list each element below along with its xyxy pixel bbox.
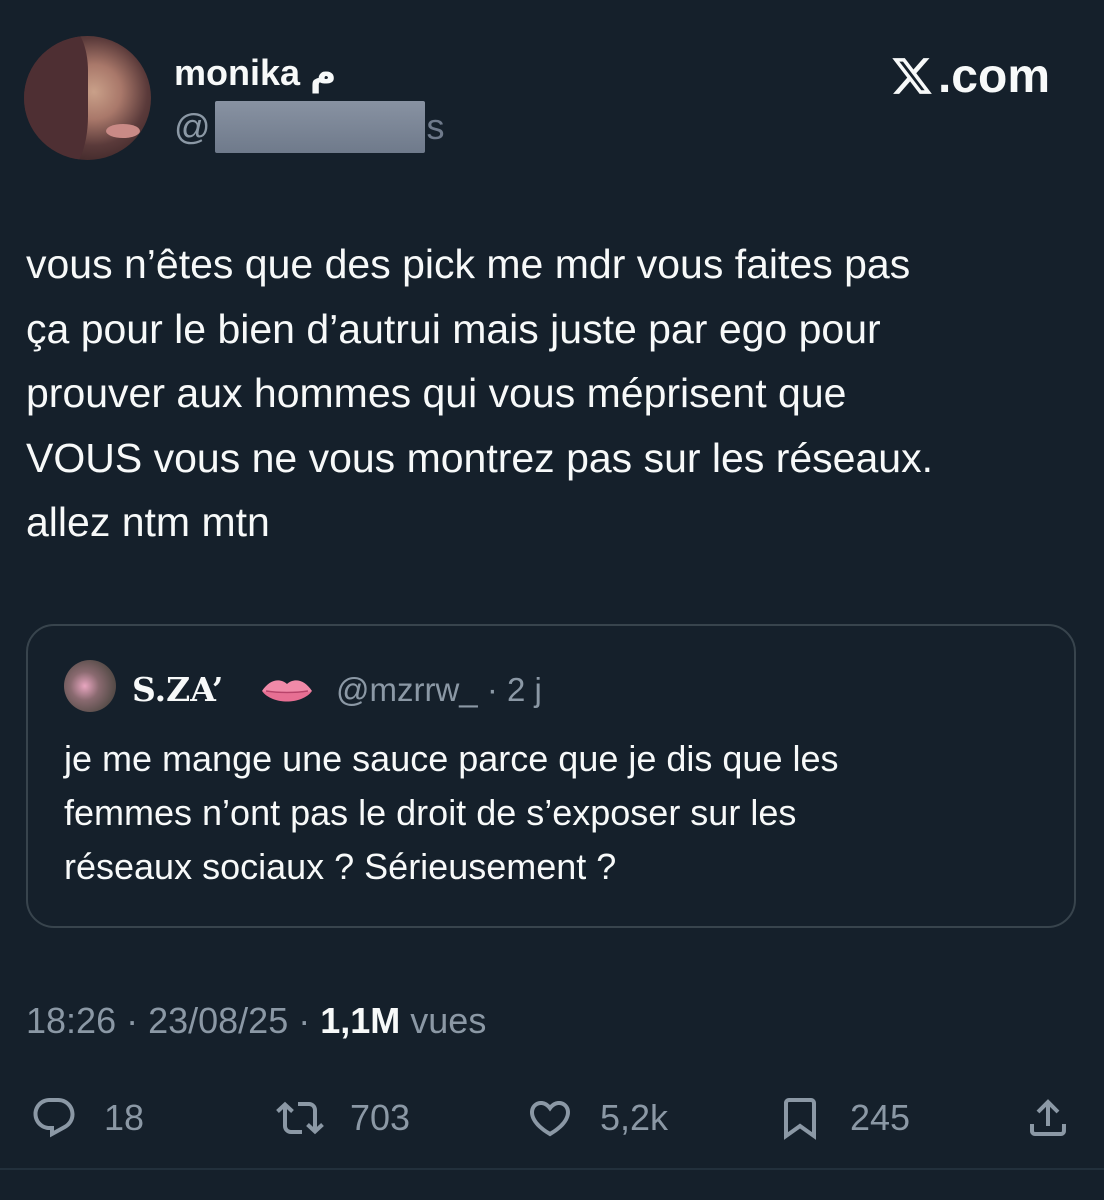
quoted-avatar (64, 660, 116, 712)
bookmark-button[interactable]: 245 (776, 1086, 910, 1150)
avatar-veil-shape (24, 36, 88, 160)
x-logo-icon (892, 58, 932, 94)
lips-emoji-icon (262, 680, 312, 702)
quoted-meta: @mzrrw_ · 2 j (336, 670, 542, 710)
author-handle[interactable]: @ s (174, 101, 445, 153)
quoted-text: je me mange une sauce parce que je dis q… (64, 738, 839, 887)
tweet-date[interactable]: 23/08/25 (148, 1000, 288, 1041)
bookmark-icon (784, 1098, 816, 1140)
share-button[interactable] (1024, 1086, 1072, 1150)
reply-icon (33, 1098, 75, 1138)
heart-icon (529, 1101, 571, 1137)
divider (0, 1168, 1104, 1170)
handle-tail: s (426, 106, 445, 147)
tweet-meta: 18:26 · 23/08/25 · 1,1M vues (26, 1000, 486, 1042)
views-count[interactable]: 1,1M (320, 1000, 400, 1041)
reply-count: 18 (104, 1097, 145, 1138)
author-display-name[interactable]: monika م (174, 52, 336, 94)
retweet-button[interactable]: 703 (276, 1086, 410, 1150)
x-brand: .com (890, 48, 1050, 104)
reply-button[interactable]: 18 (30, 1086, 144, 1150)
views-label: vues (400, 1000, 487, 1041)
quoted-handle[interactable]: @mzrrw_ (336, 671, 478, 708)
avatar-lips-shape (106, 124, 140, 138)
like-count: 5,2k (600, 1097, 669, 1138)
tweet-text: vous n’êtes que des pick me mdr vous fai… (26, 241, 933, 545)
share-icon (1030, 1099, 1066, 1136)
handle-redaction (214, 101, 425, 153)
tweet-screenshot: monika م @ s .com vous n’êtes que des pi… (0, 0, 1104, 1200)
retweet-count: 703 (350, 1097, 411, 1138)
author-avatar[interactable] (24, 36, 151, 160)
meta-separator: · (288, 1000, 321, 1041)
handle-prefix: @ (174, 106, 211, 147)
action-bar: 18 703 5,2k 245 (0, 1086, 1104, 1150)
quoted-age[interactable]: 2 j (507, 671, 542, 708)
quoted-tweet-card[interactable]: S.ZA’ @mzrrw_ · 2 j je me mange une sauc… (26, 624, 1076, 928)
tweet-time[interactable]: 18:26 (26, 1000, 116, 1041)
like-button[interactable]: 5,2k (526, 1086, 668, 1150)
quoted-display-name: S.ZA’ (132, 670, 224, 709)
meta-separator: · (116, 1000, 149, 1041)
quoted-separator: · (486, 671, 498, 708)
brand-domain: .com (937, 49, 1050, 103)
bookmark-count: 245 (850, 1097, 911, 1138)
retweet-icon (276, 1101, 324, 1135)
